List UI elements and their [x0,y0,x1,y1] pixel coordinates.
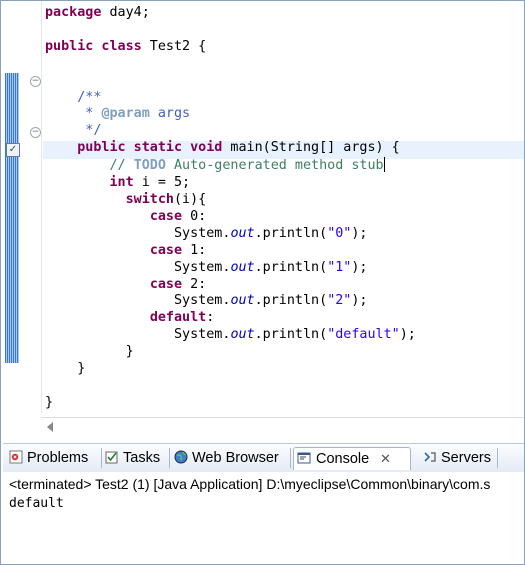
code-line: case 1: [149,242,207,258]
tab-label: Web Browser [192,450,279,466]
close-icon[interactable]: ✕ [380,448,391,470]
code-line: * @param args [45,106,191,122]
scroll-left-icon[interactable] [47,422,53,432]
tab-divider [290,448,291,468]
tasks-icon [105,451,118,464]
console-status: <terminated> Test2 (1) [Java Application… [9,476,491,492]
console-output: default [9,496,64,511]
globe-icon [174,450,188,464]
tab-label: Tasks [123,450,161,466]
code-line: System.out.println("default"); [45,327,416,343]
task-marker-icon[interactable]: ✓ [6,143,20,157]
console-view[interactable]: <terminated> Test2 (1) [Java Application… [3,472,524,564]
views-tab-bar: Problems Tasks Web Browser Console ✕ Ser… [3,443,524,473]
tab-label: Servers [441,450,491,466]
code-line: } [45,344,134,360]
code-line: package day4; [45,5,150,20]
code-line: default: [149,310,215,326]
code-line: */ [45,123,102,139]
ide-window: − − ✓ package day4; public class Test2 {… [0,0,525,565]
code-line: case 2: [149,276,207,292]
tab-label: Console [316,451,370,467]
tab-divider [169,448,170,468]
fold-collapse-icon[interactable]: − [30,127,41,138]
tab-console[interactable]: Console ✕ [293,447,411,470]
change-ruler [5,73,19,363]
console-icon [297,452,311,464]
code-line: int i = 5; [109,175,191,191]
tab-divider [101,448,102,468]
tab-label: Problems [27,450,89,466]
horizontal-scrollbar[interactable] [41,417,524,436]
code-editor[interactable]: − − ✓ package day4; public class Test2 {… [1,1,524,413]
source-code[interactable]: package day4; public class Test2 { /** *… [45,5,416,412]
code-line: System.out.println("0"); [45,225,368,241]
code-line: public class Test2 { [45,38,207,54]
gutter-divider [41,1,42,413]
code-line: case 0: [149,208,207,224]
code-line: // TODO Auto-generated method stub [45,157,385,174]
servers-icon [424,452,436,462]
code-line: System.out.println("1"); [45,259,368,275]
code-line: } [45,394,54,410]
code-line: System.out.println("2"); [45,293,368,309]
code-line: switch(i){ [125,191,207,207]
code-line: /** [45,89,102,105]
tab-divider [497,448,498,468]
problems-icon [9,450,23,464]
code-line: } [45,361,86,377]
code-line: public static void main(String[] args) { [77,140,400,156]
text-caret [383,157,385,173]
fold-collapse-icon[interactable]: − [30,76,41,87]
